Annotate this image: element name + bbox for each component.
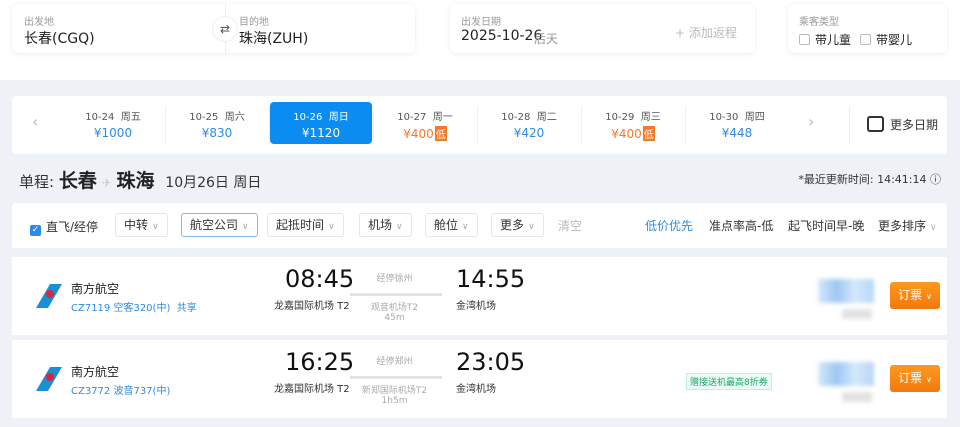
departure-time: 16:25 — [285, 348, 355, 376]
date-price: ¥448 — [721, 126, 753, 140]
stop-airport: 新郑国际机场T2 — [361, 386, 428, 396]
airline-name: 南方航空 — [71, 282, 120, 296]
date-price: ¥400 — [611, 127, 642, 141]
title-to: 珠海 — [116, 170, 155, 192]
from-value: 长春(CGQ) — [24, 31, 95, 47]
flight-number: CZ3772 波音737(中) — [71, 386, 171, 397]
title-date: 10月26日 周日 — [165, 175, 262, 191]
chevron-down-icon: ∨ — [925, 375, 932, 384]
sort-price[interactable]: 低价优先 — [645, 217, 693, 234]
date-price: ¥420 — [513, 126, 545, 140]
info-icon: ⓘ — [930, 173, 941, 186]
sort-ontime[interactable]: 准点率高-低 — [709, 217, 773, 234]
passenger-label: 乘客类型 — [799, 17, 839, 28]
title-from: 长春 — [58, 170, 97, 192]
departure-airport: 龙嘉国际机场 T2 — [274, 384, 350, 395]
route-line — [350, 293, 442, 296]
date-item[interactable]: 10-30 周四 ¥448 — [686, 102, 788, 144]
sort-time[interactable]: 起飞时间早-晚 — [788, 217, 864, 234]
date-price: ¥830 — [201, 126, 233, 140]
date-item[interactable]: 10-25 周六 ¥830 — [166, 102, 268, 144]
date-field[interactable]: 出发日期 2025-10-26 后天 + 添加返程 — [450, 4, 755, 53]
route-card: 出发地 长春(CGQ) ⇄ 目的地 珠海(ZUH) — [12, 4, 415, 53]
date-value: 2025-10-26 — [461, 28, 543, 44]
arrival-time: 23:05 — [456, 348, 526, 376]
airline-name: 南方航空 — [71, 365, 120, 379]
from-label: 出发地 — [24, 17, 54, 28]
price-note-blurred — [842, 309, 872, 319]
stop-city: 经停徐州 — [376, 274, 413, 284]
airline-logo-icon — [36, 367, 62, 391]
chevron-down-icon: ∨ — [396, 222, 403, 232]
more-dates-button[interactable]: 更多日期 — [867, 116, 938, 133]
chevron-down-icon: ∨ — [462, 222, 469, 232]
arrival-airport: 金湾机场 — [456, 301, 496, 312]
price-blurred — [818, 279, 874, 303]
prev-arrow-icon[interactable]: ‹ — [32, 112, 38, 131]
update-time: *最近更新时间: 14:41:14 ⓘ — [798, 173, 941, 186]
route-line — [350, 376, 442, 379]
page-title: 单程: 长春 ✈ 珠海 10月26日 周日 — [19, 170, 262, 192]
to-value: 珠海(ZUH) — [239, 31, 309, 47]
departure-airport: 龙嘉国际机场 T2 — [274, 301, 350, 312]
flight-number: CZ7119 空客320(中) 共享 — [71, 303, 197, 314]
filter-airport[interactable]: 机场 ∨ — [359, 213, 412, 237]
to-label: 目的地 — [239, 17, 269, 28]
date-item[interactable]: 10-26 周日 ¥1120 — [270, 102, 372, 144]
arrival-airport: 金湾机场 — [456, 384, 496, 395]
search-panel: 出发地 长春(CGQ) ⇄ 目的地 珠海(ZUH) 出发日期 2025-10-2… — [0, 0, 960, 80]
chevron-down-icon: ∨ — [925, 292, 932, 301]
stop-duration: 1h5m — [381, 396, 408, 406]
filter-transfer[interactable]: 中转 ∨ — [115, 213, 168, 237]
book-button[interactable]: 订票 ∨ — [890, 365, 940, 392]
filter-time[interactable]: 起抵时间 ∨ — [267, 213, 344, 237]
chevron-down-icon: ∨ — [528, 222, 535, 232]
chevron-down-icon: ∨ — [328, 222, 335, 232]
date-item[interactable]: 10-27 周一 ¥400 低 — [374, 102, 476, 144]
passenger-card: 乘客类型 带儿童 带婴儿 — [788, 4, 947, 53]
stop-airport: 观音机场T2 — [370, 303, 419, 313]
infant-checkbox[interactable]: 带婴儿 — [860, 31, 912, 48]
divider — [849, 106, 850, 144]
date-hint: 后天 — [534, 32, 559, 46]
filter-more[interactable]: 更多 ∨ — [491, 213, 544, 237]
price-note-blurred — [842, 392, 872, 402]
direct-checkbox[interactable]: ✓ 直飞/经停 — [30, 218, 98, 236]
book-button[interactable]: 订票 ∨ — [890, 282, 940, 309]
next-arrow-icon[interactable]: › — [808, 112, 814, 131]
child-checkbox[interactable]: 带儿童 — [799, 31, 851, 48]
add-return-button[interactable]: + 添加返程 — [675, 24, 737, 41]
chevron-down-icon: ∨ — [242, 222, 249, 232]
low-price-badge: 低 — [434, 126, 447, 141]
low-price-badge: 低 — [642, 126, 655, 141]
date-item[interactable]: 10-24 周五 ¥1000 — [62, 102, 164, 144]
airline-logo-icon — [36, 284, 62, 308]
sort-more[interactable]: 更多排序 ∨ — [878, 217, 937, 234]
price-blurred — [818, 362, 874, 386]
date-bar: ‹ 10-24 周五 ¥1000 10-25 周六 ¥830 10-26 周日 … — [12, 96, 947, 154]
promo-badge: 赠接送机最高8折券 — [686, 373, 772, 390]
plane-icon: ✈ — [101, 176, 112, 190]
chevron-down-icon: ∨ — [930, 223, 937, 233]
date-label: 出发日期 — [461, 17, 501, 28]
stop-city: 经停郑州 — [376, 357, 413, 367]
date-item[interactable]: 10-29 周三 ¥400 低 — [582, 102, 684, 144]
date-price: ¥1120 — [301, 126, 341, 140]
filter-airline[interactable]: 航空公司 ∨ — [181, 213, 258, 237]
calendar-icon — [867, 116, 884, 132]
date-price: ¥400 — [403, 127, 434, 141]
flight-row[interactable]: 南方航空 CZ3772 波音737(中) 16:25 龙嘉国际机场 T2 经停郑… — [12, 340, 947, 418]
filter-cabin[interactable]: 舱位 ∨ — [425, 213, 478, 237]
flight-row[interactable]: 南方航空 CZ7119 空客320(中) 共享 08:45 龙嘉国际机场 T2 … — [12, 257, 947, 335]
filter-bar: ✓ 直飞/经停 中转 ∨ 航空公司 ∨ 起抵时间 ∨ 机场 ∨ 舱位 ∨ 更多 ∨ 清空 低价… — [12, 203, 947, 248]
date-item[interactable]: 10-28 周二 ¥420 — [478, 102, 580, 144]
swap-icon[interactable]: ⇄ — [212, 16, 238, 42]
stop-duration: 45m — [384, 313, 405, 323]
clear-button[interactable]: 清空 — [558, 217, 582, 234]
date-price: ¥1000 — [93, 126, 133, 140]
arrival-time: 14:55 — [456, 265, 526, 293]
chevron-down-icon: ∨ — [152, 222, 159, 232]
departure-time: 08:45 — [285, 265, 355, 293]
